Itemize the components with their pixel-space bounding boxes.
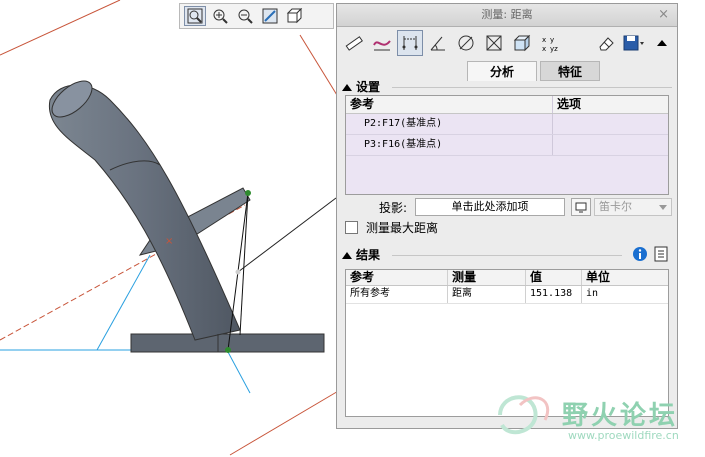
result-unit: in (586, 288, 599, 299)
zoom-window-icon[interactable] (184, 6, 206, 26)
projection-row: 投影: 单击此处添加项 笛卡尔 (345, 197, 675, 217)
column-header-measure: 测量 (448, 270, 526, 285)
results-header[interactable]: 结果 (342, 246, 672, 266)
info-icon[interactable] (632, 246, 648, 266)
projection-label: 投影: (378, 200, 407, 215)
projection-collector[interactable]: 单击此处添加项 (415, 198, 565, 216)
angle-icon[interactable] (425, 30, 451, 56)
watermark-url: www.proewildfire.cn (568, 429, 679, 442)
column-header-reference: 参考 (346, 96, 553, 113)
max-distance-label: 测量最大距离 (366, 220, 439, 235)
save-icon[interactable] (621, 30, 647, 56)
settings-title: 设置 (356, 80, 381, 94)
dialog-tabs: 分析 特征 (337, 61, 677, 81)
zoom-out-icon[interactable] (234, 6, 256, 26)
area-icon[interactable] (481, 30, 507, 56)
result-value: 151.138 (526, 286, 582, 303)
result-measure: 距离 (448, 286, 526, 303)
table-row[interactable]: 所有参考 距离 151.138 in (346, 286, 668, 304)
eraser-icon[interactable] (593, 30, 619, 56)
table-row[interactable]: P2:F17(基准点) (346, 114, 668, 135)
svg-text:x: x (542, 36, 546, 44)
pipe-model[interactable] (46, 74, 325, 353)
distance-icon[interactable] (397, 30, 423, 56)
table-row[interactable]: P3:F16(基准点) (346, 135, 668, 156)
watermark-logo-icon (498, 395, 550, 435)
view-orientation-icon[interactable] (284, 6, 306, 26)
settings-header[interactable]: 设置 (342, 79, 672, 95)
collapse-triangle-icon (342, 251, 352, 259)
column-header-unit: 单位 (586, 270, 611, 284)
column-header-option: 选项 (557, 97, 582, 111)
column-header-value: 值 (526, 270, 582, 285)
curve-length-icon[interactable] (369, 30, 395, 56)
forum-watermark: 野火论坛 www.proewildfire.cn (490, 385, 705, 455)
zoom-in-icon[interactable] (209, 6, 231, 26)
dialog-title: 测量: 距离 (481, 8, 533, 21)
max-distance-checkbox[interactable] (345, 220, 358, 234)
reference-table: 参考 选项 P2:F17(基准点) P3:F16(基准点) (345, 95, 669, 195)
svg-text:yz: yz (550, 45, 558, 53)
svg-text:x: x (542, 45, 546, 53)
measure-toolbar: x y x yz (337, 27, 681, 59)
dialog-titlebar[interactable]: 测量: 距离 × (337, 4, 677, 27)
transform-icon[interactable]: x y x yz (537, 30, 563, 56)
watermark-text: 野火论坛 (562, 401, 679, 431)
reference-cell: P3:F16(基准点) (346, 135, 553, 155)
projection-view-button[interactable] (571, 198, 591, 216)
tab-feature[interactable]: 特征 (540, 61, 600, 81)
svg-text:y: y (550, 36, 554, 44)
option-cell (553, 135, 668, 155)
max-distance-option[interactable]: 测量最大距离 (345, 219, 438, 235)
close-icon[interactable]: × (658, 4, 669, 26)
chevron-down-icon (659, 205, 667, 210)
svg-text:×: × (165, 236, 173, 247)
coord-system-select[interactable]: 笛卡尔 (594, 198, 672, 216)
column-header-reference: 参考 (346, 270, 448, 285)
coord-system-value: 笛卡尔 (599, 200, 632, 213)
collapse-triangle-icon (342, 83, 352, 91)
tab-analysis[interactable]: 分析 (467, 61, 537, 81)
result-reference: 所有参考 (346, 286, 448, 303)
view-toolbar (179, 3, 334, 29)
option-cell (553, 114, 668, 134)
collapse-icon[interactable] (649, 30, 675, 56)
refit-icon[interactable] (259, 6, 281, 26)
details-icon[interactable] (654, 246, 668, 266)
reference-cell: P2:F17(基准点) (346, 114, 553, 134)
measure-dialog: 测量: 距离 × x y x yz 分析 特征 设置 参考 选项 P2:F17(… (336, 3, 678, 429)
results-title: 结果 (356, 248, 381, 262)
ruler-icon[interactable] (341, 30, 367, 56)
diameter-icon[interactable] (453, 30, 479, 56)
volume-icon[interactable] (509, 30, 535, 56)
